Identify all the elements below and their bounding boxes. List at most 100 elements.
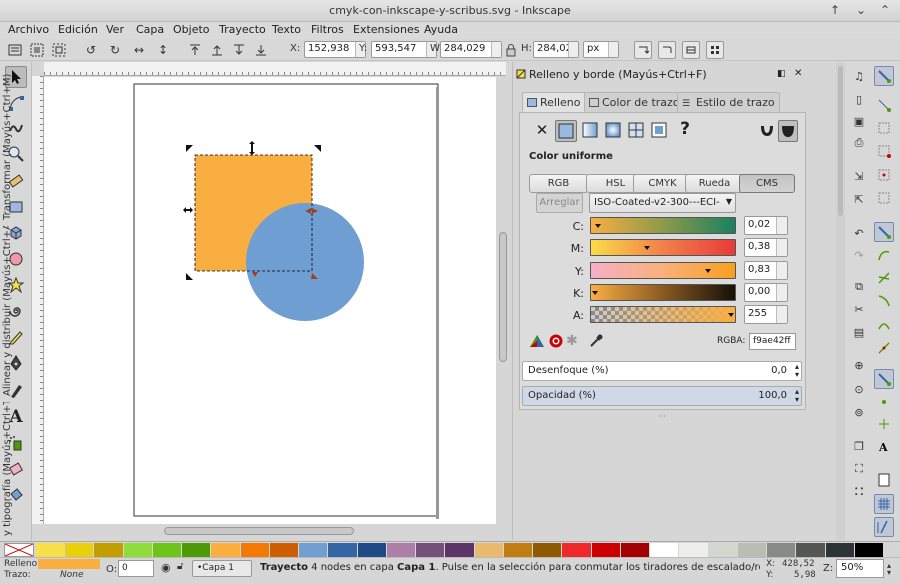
x-input[interactable]: 152,938	[304, 41, 366, 58]
panel-resize-grip-icon[interactable]: ···	[658, 412, 666, 421]
snap-cusp-icon[interactable]	[874, 291, 894, 311]
tab-stroke-paint[interactable]: Color de trazo	[584, 92, 685, 112]
opacity-slider[interactable]: Opacidad (%) 100,0 ▴ ▾	[522, 386, 802, 406]
snap-intersection-icon[interactable]	[874, 268, 894, 288]
palette-swatch[interactable]	[416, 543, 445, 557]
tab-stroke-style[interactable]: ☰ Estilo de trazo	[677, 92, 780, 112]
mesh-gradient-icon[interactable]	[626, 120, 648, 142]
snap-guide-icon[interactable]	[874, 517, 894, 537]
dock-scroll-thumb[interactable]	[838, 66, 843, 216]
channel-c-marker[interactable]	[594, 224, 601, 228]
pin-icon[interactable]: ↑	[830, 3, 840, 17]
drawing-canvas[interactable]	[44, 77, 496, 524]
clone-icon[interactable]: ⛶	[849, 459, 869, 479]
flat-color-button[interactable]	[555, 120, 577, 142]
cms-profile-select[interactable]: ISO-Coated-v2-300---ECI- ▼	[589, 193, 736, 213]
menu-edicion[interactable]: Edición	[58, 23, 98, 36]
unit-select[interactable]: px	[583, 41, 619, 58]
palette-swatch[interactable]	[825, 543, 854, 557]
channel-y-marker[interactable]	[704, 269, 711, 273]
channel-a-input[interactable]: 255	[744, 305, 788, 324]
import-icon[interactable]: ⇲	[849, 166, 869, 186]
palette-swatch[interactable]	[328, 543, 357, 557]
palette-swatch[interactable]	[65, 543, 94, 557]
channel-k-marker[interactable]	[592, 291, 598, 295]
palette-swatch[interactable]	[445, 543, 474, 557]
palette-swatch[interactable]	[708, 543, 737, 557]
mode-cms-button[interactable]: CMS	[739, 174, 795, 193]
palette-swatch[interactable]	[182, 543, 211, 557]
color-picker-icon[interactable]	[588, 333, 604, 349]
snap-page-border-icon[interactable]	[874, 470, 894, 490]
tab-transform[interactable]: Transformar (Mayús+Ctrl+M)	[2, 68, 20, 220]
palette-swatch[interactable]	[299, 543, 328, 557]
vertical-ruler[interactable]	[32, 76, 44, 524]
snap-path-icon[interactable]	[874, 245, 894, 265]
export-icon[interactable]: ⇱	[849, 189, 869, 209]
flip-horizontal-icon[interactable]: ↔	[130, 41, 148, 59]
channel-m-marker[interactable]	[643, 246, 650, 250]
opacity-indicator-input[interactable]: 0	[118, 560, 154, 577]
menu-filtros[interactable]: Filtros	[311, 23, 344, 36]
menu-trayecto[interactable]: Trayecto	[219, 23, 266, 36]
snap-midpoint-icon[interactable]	[874, 165, 894, 185]
no-paint-icon[interactable]: ✕	[533, 121, 551, 141]
palette-swatch[interactable]	[123, 543, 152, 557]
snap-bbox-corner-icon[interactable]	[874, 141, 894, 161]
raise-icon[interactable]	[208, 41, 226, 59]
snap-smooth-icon[interactable]	[874, 314, 894, 334]
menu-ayuda[interactable]: Ayuda	[424, 23, 458, 36]
lower-icon[interactable]	[230, 41, 248, 59]
palette-swatch[interactable]	[591, 543, 620, 557]
rotate-ccw-icon[interactable]: ↺	[82, 41, 100, 59]
snap-center-icon[interactable]	[874, 188, 894, 208]
radial-gradient-icon[interactable]	[603, 120, 625, 142]
snap-others-icon[interactable]	[874, 369, 894, 389]
stroke-indicator-value[interactable]: None	[60, 570, 83, 580]
palette-swatch[interactable]	[854, 543, 883, 557]
snap-rotation-center-icon[interactable]	[874, 414, 894, 434]
snap-text-baseline-icon[interactable]: A	[874, 437, 894, 457]
palette-swatch[interactable]	[737, 543, 767, 557]
unset-paint-icon[interactable]: ?	[676, 119, 694, 141]
zoom-page-icon[interactable]: ⊚	[849, 402, 869, 422]
minimize-icon[interactable]: ⌄	[856, 3, 866, 17]
channel-m-input[interactable]: 0,38	[744, 238, 788, 257]
horizontal-scrollbar[interactable]	[44, 524, 496, 538]
palette-swatch[interactable]	[240, 543, 269, 557]
duplicate-icon[interactable]: ❐	[849, 436, 869, 456]
palette-swatch[interactable]	[650, 543, 679, 557]
canvas-drawing[interactable]	[44, 77, 496, 524]
menu-texto[interactable]: Texto	[272, 23, 301, 36]
palette-swatch[interactable]	[36, 543, 65, 557]
redo-icon[interactable]: ↷	[849, 245, 869, 265]
palette-swatch[interactable]	[503, 543, 533, 557]
move-patterns-icon[interactable]	[706, 41, 724, 59]
zoom-selection-icon[interactable]: ⊕	[849, 355, 869, 375]
horizontal-ruler[interactable]	[44, 62, 506, 76]
h-input[interactable]: 284,029	[533, 41, 579, 58]
lower-to-bottom-icon[interactable]	[252, 41, 270, 59]
palette-swatch[interactable]	[357, 543, 386, 557]
palette-swatch[interactable]	[152, 543, 182, 557]
channel-y-slider[interactable]	[590, 262, 736, 279]
scale-stroke-icon[interactable]	[634, 41, 652, 59]
document-icon[interactable]: ▯	[849, 89, 869, 109]
tab-align-distribute[interactable]: Alinear y distribuir (Mayús+Ctrl+A)	[2, 226, 20, 396]
flip-vertical-icon[interactable]: ↕	[154, 41, 172, 59]
move-gradients-icon[interactable]	[682, 41, 700, 59]
lock-proportions-icon[interactable]	[504, 41, 518, 59]
scale-corners-icon[interactable]	[658, 41, 676, 59]
palette-swatch[interactable]	[796, 543, 825, 557]
palette-swatch[interactable]	[269, 543, 299, 557]
tab-fill[interactable]: Relleno	[522, 92, 586, 113]
y-input[interactable]: 593,547	[371, 41, 437, 58]
linear-gradient-icon[interactable]	[580, 120, 602, 142]
blur-slider[interactable]: Desenfoque (%) 0,0 ▴ ▾	[522, 361, 802, 381]
no-color-swatch[interactable]	[4, 543, 34, 557]
rgba-input[interactable]: f9ae42ff	[749, 333, 796, 350]
channel-k-input[interactable]: 0,00	[744, 283, 788, 302]
lock-layer-icon[interactable]: 🔓︎	[177, 561, 183, 572]
menu-ver[interactable]: Ver	[106, 23, 124, 36]
maximize-icon[interactable]: ⌃	[880, 3, 890, 17]
